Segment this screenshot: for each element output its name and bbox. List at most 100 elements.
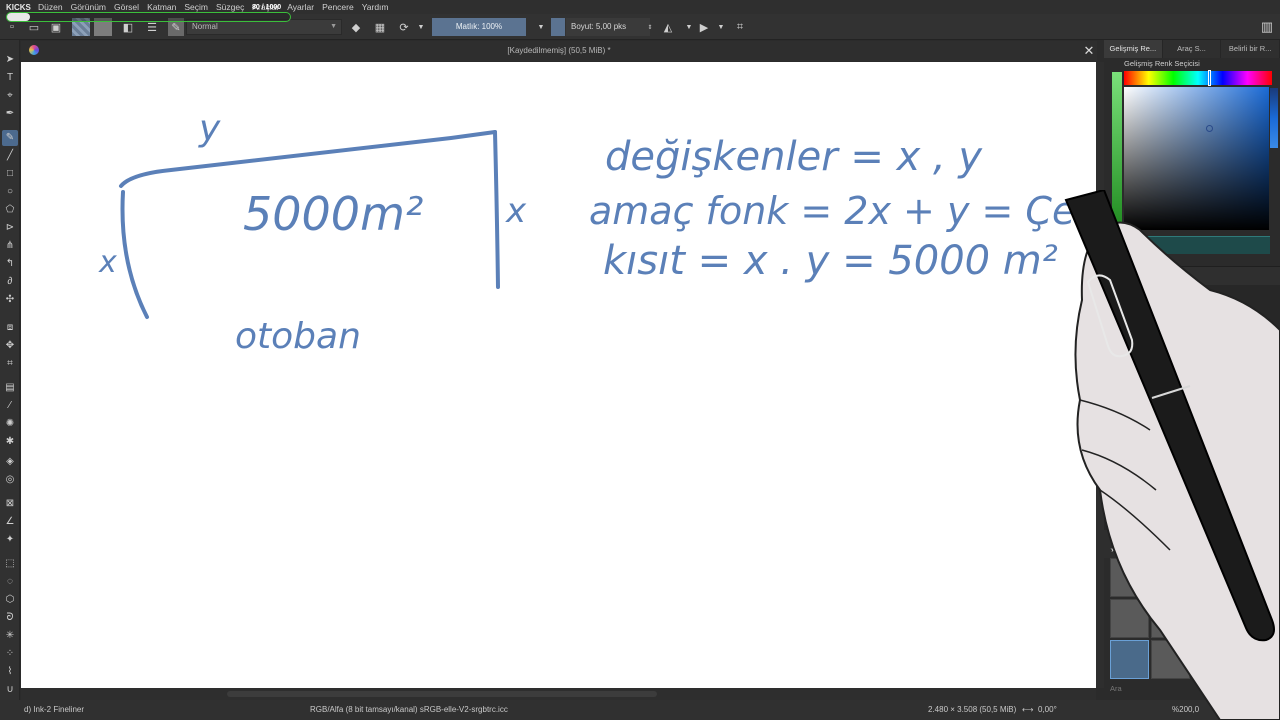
recent-colors-strip[interactable] xyxy=(1270,88,1278,148)
mirror-vertical-icon[interactable]: ▶ xyxy=(696,18,712,36)
opacity-slider[interactable]: Matlık: 100% xyxy=(432,18,526,36)
multibrush-icon[interactable]: ✣ xyxy=(2,292,18,308)
variables-line: değişkenler = x , y xyxy=(605,134,983,180)
measure-tool-icon[interactable]: ∠ xyxy=(2,514,18,530)
fill-tool-icon[interactable]: ◈ xyxy=(2,454,18,470)
color-picker-icon[interactable]: ⁄ xyxy=(2,398,18,414)
drawing-canvas[interactable]: y x x 5000m² otoban değişkenler = x , y … xyxy=(21,62,1221,688)
tab-advanced-color[interactable]: Gelişmiş Re... xyxy=(1104,40,1163,58)
rect-select-icon[interactable]: ⬚ xyxy=(2,556,18,572)
brush-preset[interactable] xyxy=(1110,558,1149,597)
menu-item-pencere[interactable]: Pencere xyxy=(318,2,358,12)
gradient-tool-icon[interactable]: ▤ xyxy=(2,380,18,396)
bezier-tool-icon[interactable]: ⋔ xyxy=(2,238,18,254)
assistant-tool-icon[interactable]: ⊠ xyxy=(2,496,18,512)
polyline-tool-icon[interactable]: ⊳ xyxy=(2,220,18,236)
field-right-border xyxy=(493,130,500,289)
freehand-path-icon[interactable]: ↰ xyxy=(2,256,18,272)
zoom-level[interactable]: %200,0 xyxy=(1172,700,1199,720)
brush-preset[interactable] xyxy=(1192,640,1231,679)
crop-tool-icon[interactable]: ⌗ xyxy=(2,356,18,372)
tab-specific-color[interactable]: Belirli bir R... xyxy=(1221,40,1280,58)
colorize-mask-icon[interactable]: ✱ xyxy=(2,434,18,450)
menu-item-yardim[interactable]: Yardım xyxy=(358,2,393,12)
chevron-down-icon[interactable]: ▼ xyxy=(684,18,694,36)
brush-preset[interactable] xyxy=(1192,599,1231,638)
x-right-label: x xyxy=(505,191,527,231)
move-tool-icon[interactable]: ✥ xyxy=(2,338,18,354)
magnetic-select-icon[interactable]: ∪ xyxy=(2,682,18,698)
transform-tool-icon[interactable]: ⧈ xyxy=(2,320,18,336)
hue-slider[interactable] xyxy=(1124,71,1272,85)
area-label: 5000m² xyxy=(243,187,423,241)
crop-icon[interactable]: ⌗ xyxy=(732,18,748,36)
size-slider[interactable]: Boyut: 5,00 pks xyxy=(566,18,650,36)
constraint-line: kısıt = x . y = 5000 m² xyxy=(603,238,1058,284)
field-left-border xyxy=(120,190,149,319)
tab-tool-options[interactable]: Araç S... xyxy=(1163,40,1222,58)
color-selector-title: Gelişmiş Renk Seçicisi xyxy=(1124,59,1200,68)
brush-presets-header: ★ Favoriler xyxy=(1104,530,1280,558)
favorites-text: Favoriler xyxy=(1118,545,1148,554)
chevron-down-icon[interactable]: ▼ xyxy=(536,18,546,36)
size-color-swatch xyxy=(551,18,565,36)
calligraphy-icon[interactable]: ✒ xyxy=(2,106,18,122)
chevron-down-icon[interactable]: ▼ xyxy=(416,18,426,36)
enclose-fill-icon[interactable]: ◎ xyxy=(2,472,18,488)
freehand-brush-icon[interactable]: ✎ xyxy=(2,130,18,146)
chevron-down-icon[interactable]: ▼ xyxy=(716,18,726,36)
rectangle-tool-icon[interactable]: □ xyxy=(2,166,18,182)
freehand-select-icon[interactable]: ᘐ xyxy=(2,610,18,626)
dynamic-brush-icon[interactable]: ∂ xyxy=(2,274,18,290)
chevron-down-icon: ▼ xyxy=(330,23,337,30)
vertical-scrollbar[interactable] xyxy=(1096,62,1104,688)
spin-arrows-icon[interactable]: ⇕ xyxy=(646,18,654,36)
ellipse-select-icon[interactable]: ◌ xyxy=(2,574,18,590)
layers-panel xyxy=(1104,266,1280,534)
mirror-horizontal-icon[interactable]: ◭ xyxy=(660,18,676,36)
similar-select-icon[interactable]: ⁘ xyxy=(2,646,18,662)
smart-patch-icon[interactable]: ✺ xyxy=(2,416,18,432)
history-color-strip[interactable] xyxy=(1112,72,1122,232)
x-left-label: x xyxy=(98,245,117,280)
hue-marker[interactable] xyxy=(1208,70,1211,86)
canvas-drawing: y x x 5000m² otoban değişkenler = x , y … xyxy=(98,108,1221,357)
select-shapes-icon[interactable]: ➤ xyxy=(2,52,18,68)
color-marker[interactable] xyxy=(1206,125,1213,132)
horizontal-scrollbar[interactable] xyxy=(21,688,1096,700)
reload-icon[interactable]: ⟳ xyxy=(396,18,412,36)
brush-preset[interactable] xyxy=(1151,640,1190,679)
objective-line: amaç fonk = 2x + y = Çevre min xyxy=(589,189,1096,233)
brush-preset[interactable] xyxy=(1110,599,1149,638)
y-label: y xyxy=(198,108,221,149)
workspace-icon[interactable]: ▥ xyxy=(1258,18,1276,36)
progress-bar xyxy=(6,12,291,22)
saturation-value-field[interactable] xyxy=(1124,87,1269,230)
document-title: [Kaydedilmemiş] (50,5 MiB) * xyxy=(21,41,1097,61)
text-tool-icon[interactable]: T xyxy=(2,70,18,86)
alpha-lock-icon[interactable]: ▦ xyxy=(372,18,388,36)
current-brush: d) Ink-2 Fineliner xyxy=(24,705,85,714)
scrollbar-thumb[interactable] xyxy=(227,691,657,697)
ellipse-tool-icon[interactable]: ○ xyxy=(2,184,18,200)
brush-preset[interactable] xyxy=(1192,558,1231,597)
krita-icon xyxy=(29,45,39,55)
color-patches[interactable] xyxy=(1122,236,1270,254)
brush-preset[interactable] xyxy=(1151,558,1190,597)
progress-text: 80 / 1000 xyxy=(252,4,282,11)
eraser-icon[interactable]: ◆ xyxy=(348,18,364,36)
close-icon[interactable]: ✕ xyxy=(1082,41,1096,61)
brush-preset[interactable] xyxy=(1151,599,1190,638)
polygon-tool-icon[interactable]: ⬠ xyxy=(2,202,18,218)
reference-tool-icon[interactable]: ✦ xyxy=(2,532,18,548)
brush-preset-active[interactable] xyxy=(1110,640,1149,679)
layers-panel-header xyxy=(1104,267,1280,285)
right-dock: Gelişmiş Re... Araç S... Belirli bir R..… xyxy=(1104,40,1280,700)
dock-tabs: Gelişmiş Re... Araç S... Belirli bir R..… xyxy=(1104,40,1280,58)
bezier-select-icon[interactable]: ⌇ xyxy=(2,664,18,680)
edit-shapes-icon[interactable]: ⌖ xyxy=(2,88,18,104)
line-tool-icon[interactable]: ╱ xyxy=(2,148,18,164)
polygon-select-icon[interactable]: ⬡ xyxy=(2,592,18,608)
contiguous-select-icon[interactable]: ✳ xyxy=(2,628,18,644)
brush-search-input[interactable]: Ara xyxy=(1110,684,1122,693)
